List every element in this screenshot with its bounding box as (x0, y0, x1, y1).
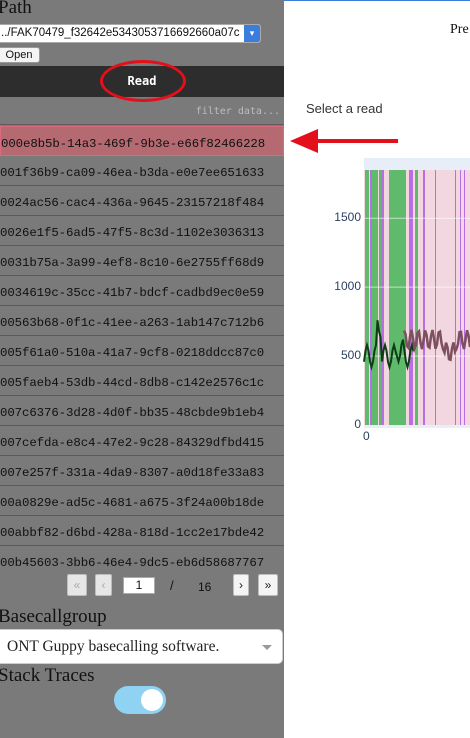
signal-segment-band (435, 170, 436, 425)
prev-page-button[interactable]: ‹ (95, 574, 112, 596)
stack-traces-label: Stack Traces (0, 665, 95, 686)
read-row[interactable]: 001f36b9-ca09-46ea-b3da-e0e7ee651633 (0, 156, 284, 186)
signal-segment-band (370, 170, 372, 425)
pagination: « ‹ 1 / 16 › » (0, 572, 284, 598)
path-select[interactable]: ../FAK70479_f32642e5343053716692660a07c … (0, 24, 261, 43)
first-page-button[interactable]: « (67, 574, 87, 596)
read-row[interactable]: 005faeb4-53db-44cd-8db8-c142e2576c1c (0, 366, 284, 396)
stack-traces-toggle[interactable] (114, 686, 166, 714)
read-row[interactable]: 00b45603-3bb6-46e4-9dc5-eb6d58687767 (0, 546, 284, 567)
open-button[interactable]: Open (0, 47, 40, 63)
signal-segment-band (392, 170, 406, 425)
basecallgroup-value: ONT Guppy basecalling software. (7, 638, 220, 655)
read-row[interactable]: 007e257f-331a-4da9-8307-a0d18fe33a83 (0, 456, 284, 486)
read-row[interactable]: 005f61a0-510a-41a7-9cf8-0218ddcc87c0 (0, 336, 284, 366)
signal-segment-band (389, 170, 392, 425)
signal-segment-band (409, 170, 413, 425)
last-page-button[interactable]: » (258, 574, 278, 596)
signal-segment-band (365, 170, 369, 425)
read-row[interactable]: 007cefda-e8c4-47e2-9c28-84329dfbd415 (0, 426, 284, 456)
signal-segment-band (464, 170, 465, 425)
page-number-input[interactable]: 1 (123, 577, 155, 594)
path-label: Path (0, 0, 32, 18)
signal-segment-band (372, 170, 378, 425)
page-separator: / (170, 578, 174, 593)
filter-divider (0, 124, 284, 125)
signal-segment-band (379, 170, 382, 425)
read-row[interactable]: 007c6376-3d28-4d0f-bb35-48cbde9b1eb4 (0, 396, 284, 426)
read-row[interactable]: 0034619c-35cc-41b7-bdcf-cadbd9ec0e59 (0, 276, 284, 306)
basecallgroup-label: Basecallgroup (0, 606, 107, 627)
y-tick-label: 1000 (334, 279, 361, 294)
chevron-down-icon (262, 645, 272, 650)
read-row[interactable]: 0024ac56-cac4-436a-9645-23157218f484 (0, 186, 284, 216)
y-tick-label: 1500 (334, 210, 361, 225)
signal-plot[interactable] (284, 0, 470, 460)
annotation-circle (100, 60, 186, 102)
signal-segment-band (423, 170, 425, 425)
x-tick-label: 0 (363, 429, 370, 443)
read-row[interactable]: 0026e1f5-6ad5-47f5-8c3d-1102e3036313 (0, 216, 284, 246)
basecallgroup-select[interactable]: ONT Guppy basecalling software. (0, 629, 283, 664)
y-tick-label: 500 (340, 348, 361, 363)
signal-segment-band (460, 170, 461, 425)
sidebar: Path ../FAK70479_f32642e5343053716692660… (0, 0, 284, 738)
read-row[interactable]: 0031b75a-3a99-4ef8-8c10-6e2755ff68d9 (0, 246, 284, 276)
read-row[interactable]: 00abbf82-d6bd-428a-818d-1cc2e17bde42 (0, 516, 284, 546)
signal-segment-band (455, 170, 456, 425)
path-value: ../FAK70479_f32642e5343053716692660a07c (1, 27, 240, 39)
filter-input[interactable]: filter data... (150, 106, 280, 120)
annotation-arrow-icon (290, 129, 398, 153)
y-tick-label: 0 (354, 417, 361, 431)
read-row[interactable]: 00a0829e-ad5c-4681-a675-3f24a00b18de (0, 486, 284, 516)
page-total: 16 (198, 580, 212, 594)
dropdown-arrow-icon[interactable]: ▾ (244, 25, 260, 42)
main-panel: Pre Select a read 0 500 1000 1500 0 (284, 0, 470, 738)
signal-segment-band (415, 170, 418, 425)
next-page-button[interactable]: › (233, 574, 249, 596)
read-list: 000e8b5b-14a3-469f-9b3e-e66f82466228 001f… (0, 126, 284, 567)
read-row[interactable]: 00563b68-0f1c-41ee-a263-1ab147c712b6 (0, 306, 284, 336)
toggle-knob (141, 689, 163, 711)
read-row[interactable]: 000e8b5b-14a3-469f-9b3e-e66f82466228 (0, 126, 284, 156)
signal-segment-band (382, 170, 384, 425)
